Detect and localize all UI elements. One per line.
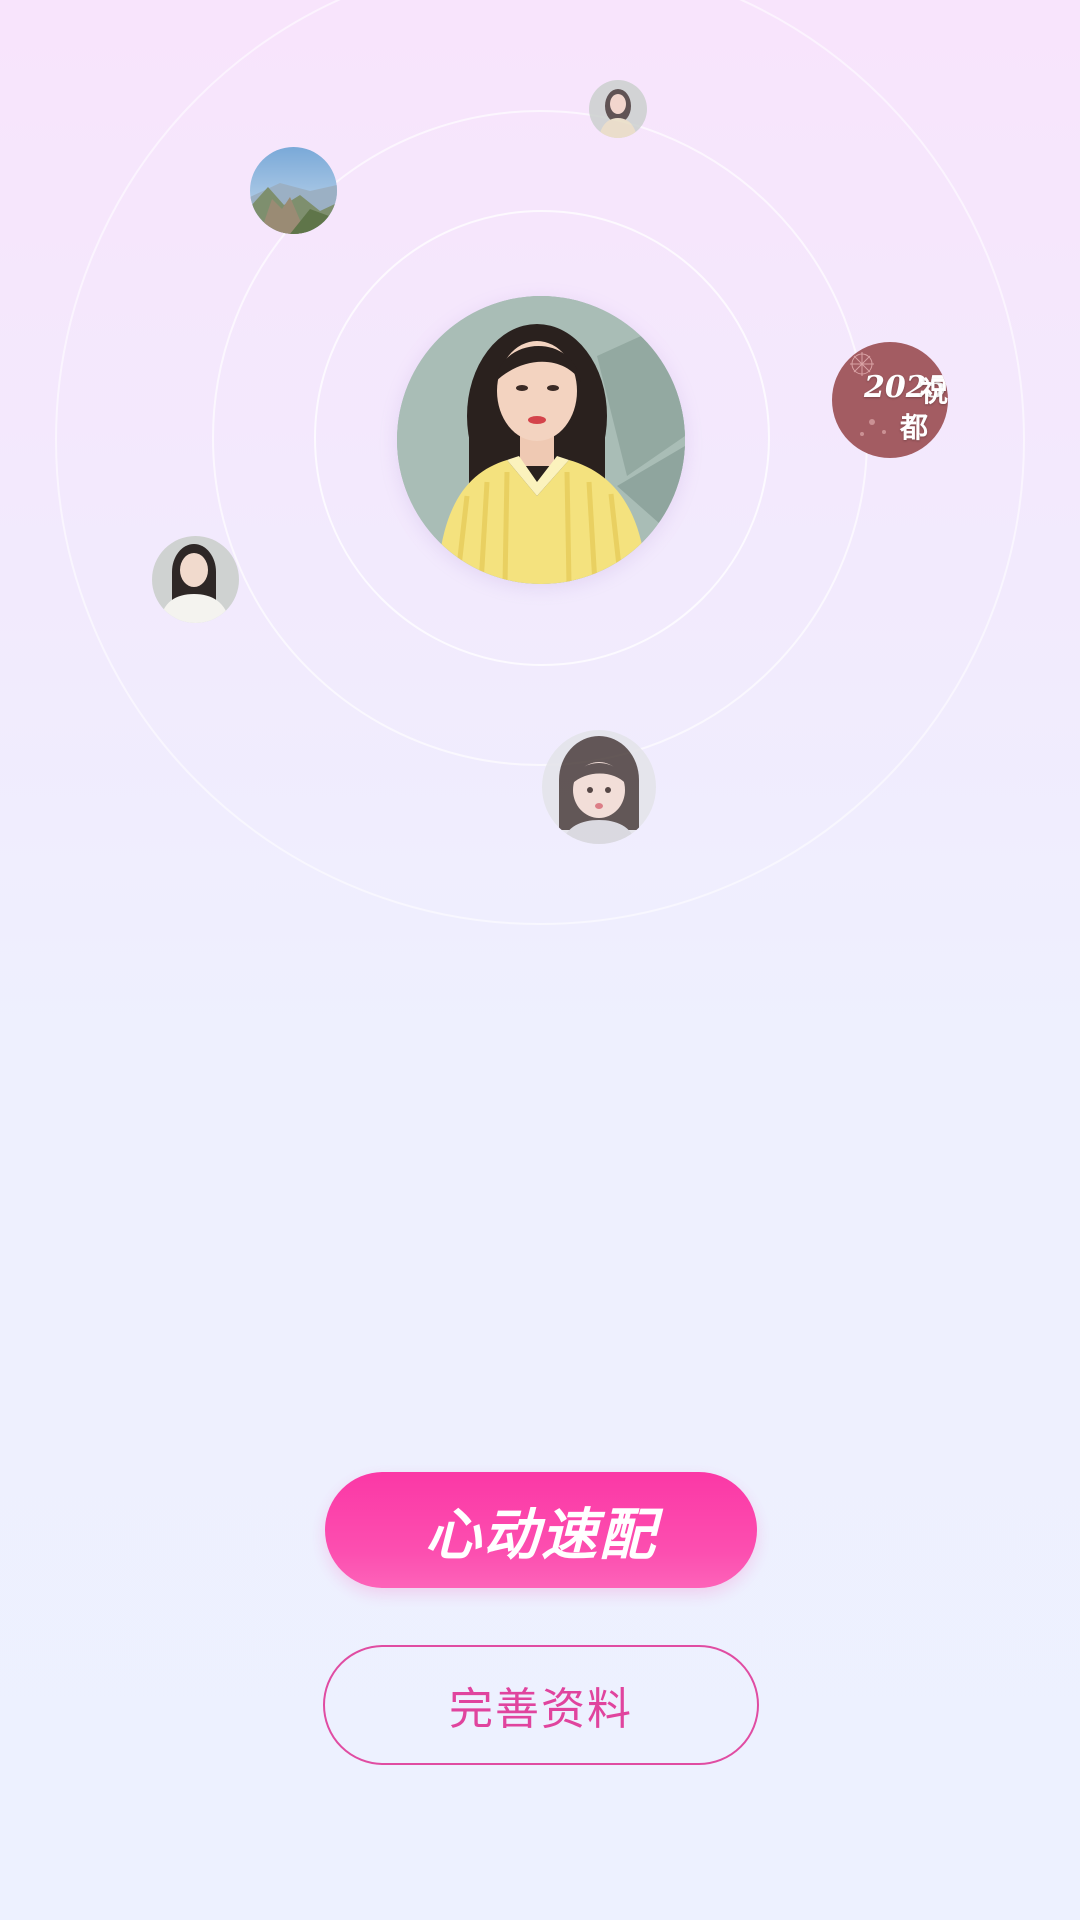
new-year-line1-text: 祝 [920, 375, 948, 408]
satellite-avatar-child[interactable] [542, 730, 656, 844]
mountain-icon [250, 147, 337, 234]
main-avatar-image [397, 296, 685, 584]
satellite-avatar-left-image [152, 536, 239, 623]
new-year-line2-text: 都 [900, 411, 929, 444]
satellite-avatar-left[interactable] [152, 536, 239, 623]
satellite-avatar-top-image [589, 80, 647, 138]
satellite-avatar-mountain[interactable] [250, 147, 337, 234]
complete-profile-button[interactable]: 完善资料 [323, 1645, 759, 1765]
quick-match-button[interactable]: 心动速配 [325, 1472, 757, 1588]
satellite-avatar-child-image [542, 730, 656, 844]
satellite-avatar-top[interactable] [589, 80, 647, 138]
match-screen: 2025 祝 都 心动速配 完善资料 [0, 0, 1080, 1920]
satellite-avatar-new-year[interactable]: 2025 祝 都 [832, 342, 948, 458]
main-avatar[interactable] [397, 296, 685, 584]
